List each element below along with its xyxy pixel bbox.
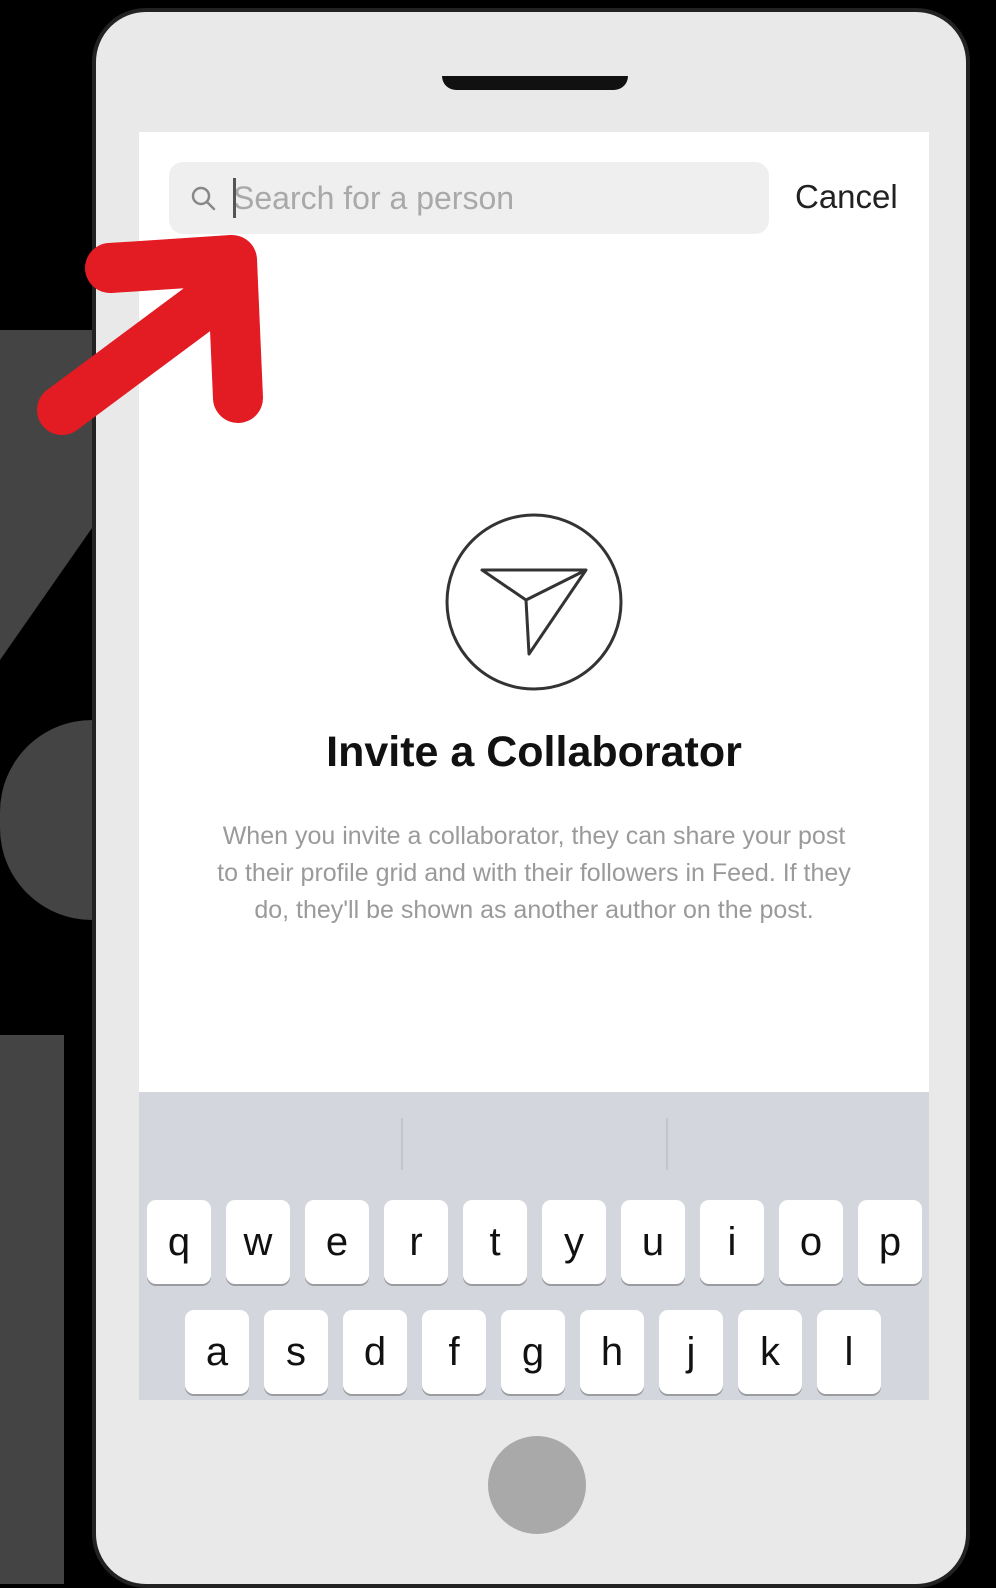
invite-title: Invite a Collaborator: [326, 728, 742, 776]
suggestion-divider: [666, 1118, 668, 1170]
key-w[interactable]: w: [226, 1200, 290, 1284]
background-shape: [0, 720, 92, 920]
key-d[interactable]: d: [343, 1310, 407, 1394]
search-input[interactable]: [233, 176, 753, 220]
key-r[interactable]: r: [384, 1200, 448, 1284]
key-j[interactable]: j: [659, 1310, 723, 1394]
phone-speaker: [442, 76, 628, 90]
key-f[interactable]: f: [422, 1310, 486, 1394]
key-g[interactable]: g: [501, 1310, 565, 1394]
key-u[interactable]: u: [621, 1200, 685, 1284]
key-a[interactable]: a: [185, 1310, 249, 1394]
key-o[interactable]: o: [779, 1200, 843, 1284]
key-k[interactable]: k: [738, 1310, 802, 1394]
key-h[interactable]: h: [580, 1310, 644, 1394]
invite-description: When you invite a collaborator, they can…: [217, 822, 851, 924]
keyboard: qwertyuiop asdfghjkl: [139, 1092, 929, 1400]
phone-frame: Cancel Invite a Collaborator When you in…: [92, 8, 970, 1588]
paper-plane-icon: [445, 513, 623, 691]
home-button[interactable]: [488, 1436, 586, 1534]
key-p[interactable]: p: [858, 1200, 922, 1284]
background-shape: [0, 1035, 64, 1584]
app-screen: Cancel Invite a Collaborator When you in…: [139, 132, 929, 1400]
suggestion-divider: [401, 1118, 403, 1170]
cancel-button[interactable]: Cancel: [795, 178, 898, 216]
key-s[interactable]: s: [264, 1310, 328, 1394]
key-y[interactable]: y: [542, 1200, 606, 1284]
key-t[interactable]: t: [463, 1200, 527, 1284]
key-l[interactable]: l: [817, 1310, 881, 1394]
search-bar[interactable]: [169, 162, 769, 234]
background-shape: [0, 330, 92, 660]
search-icon: [191, 186, 216, 211]
text-caret: [233, 178, 236, 218]
key-q[interactable]: q: [147, 1200, 211, 1284]
key-i[interactable]: i: [700, 1200, 764, 1284]
key-e[interactable]: e: [305, 1200, 369, 1284]
